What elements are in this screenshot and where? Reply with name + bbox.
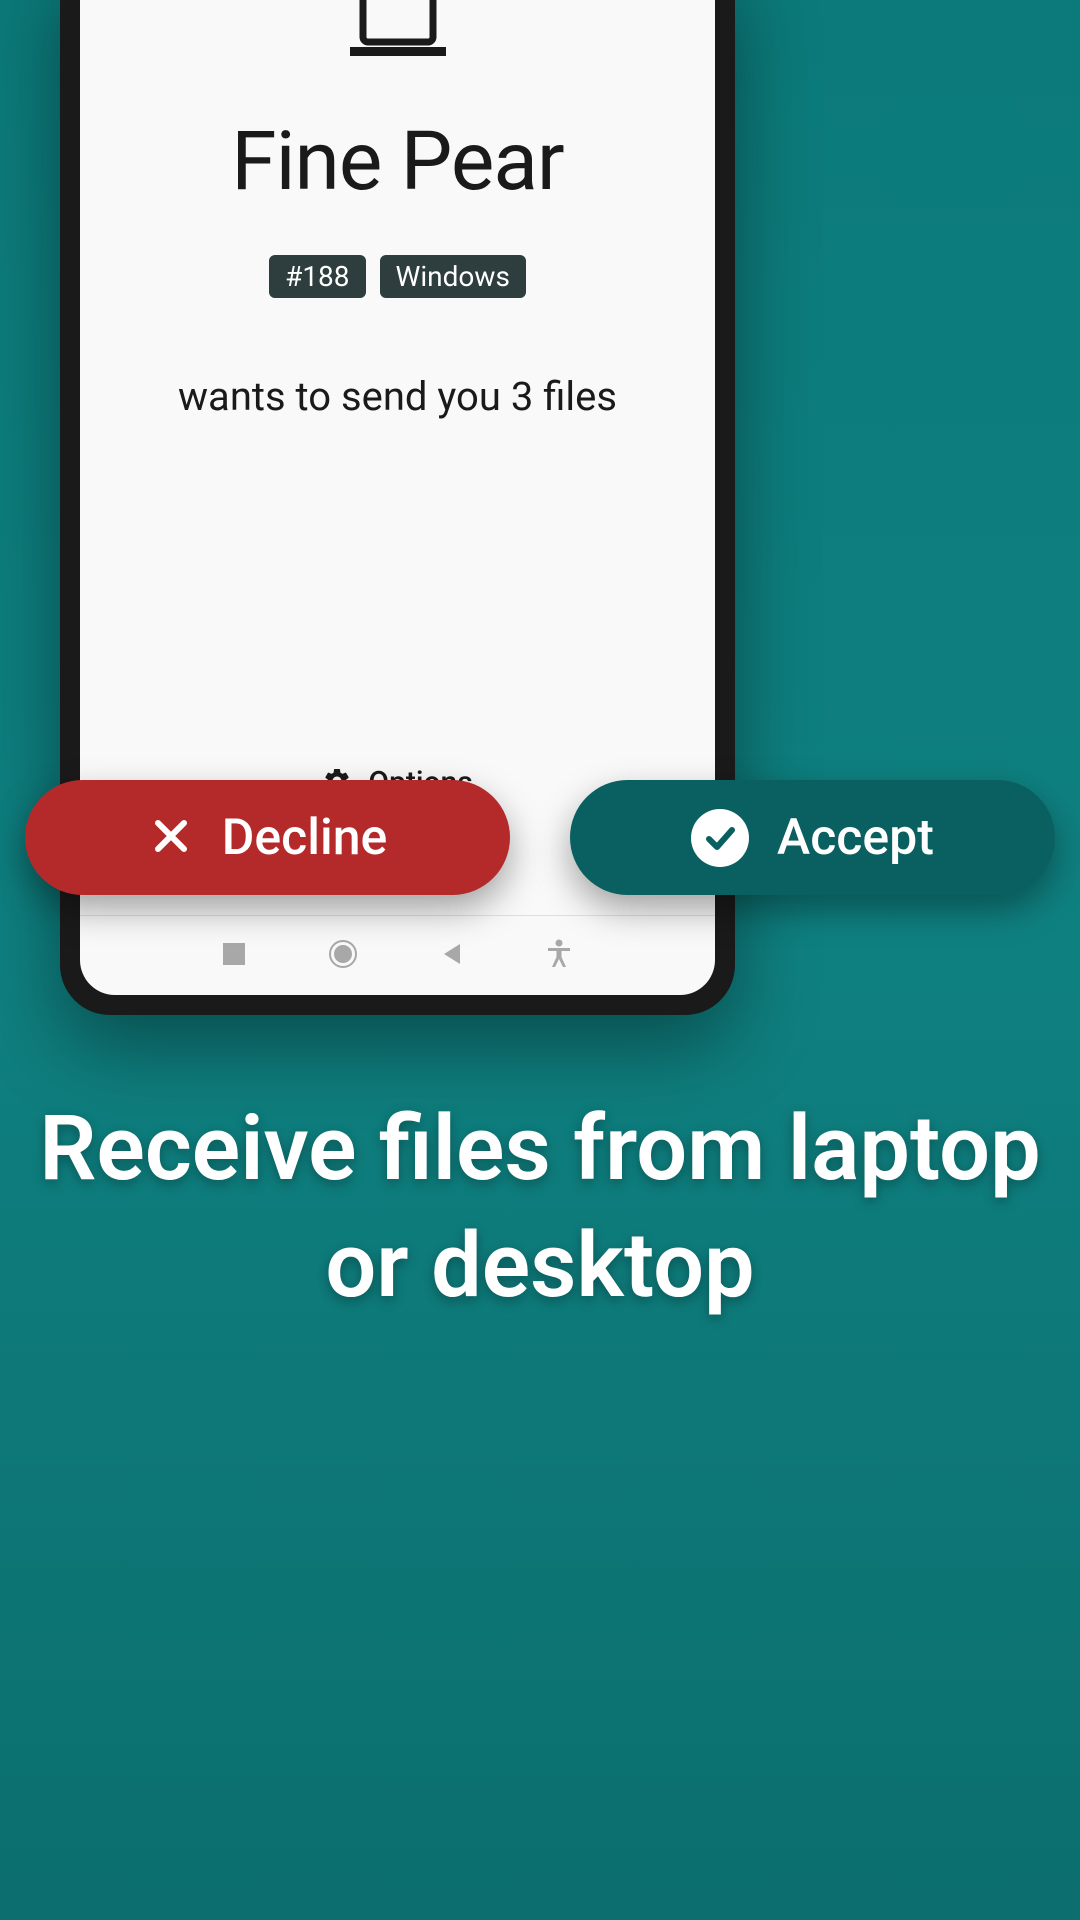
accept-button[interactable]: Accept [570, 780, 1055, 895]
decline-button[interactable]: Decline [25, 780, 510, 895]
nav-home-icon[interactable] [329, 940, 357, 972]
promo-caption: Receive files from laptop or desktop [0, 1090, 1080, 1324]
transfer-message: wants to send you 3 files [178, 373, 617, 420]
badges-row: #188 Windows [269, 255, 526, 298]
action-buttons-row: Decline Accept [25, 780, 1055, 895]
nav-recent-icon[interactable] [223, 943, 245, 969]
device-name: Fine Pear [231, 114, 563, 210]
device-os-badge: Windows [380, 255, 526, 298]
nav-accessibility-icon[interactable] [546, 939, 572, 973]
laptop-icon [348, 0, 448, 64]
decline-label: Decline [222, 809, 388, 867]
nav-bar [80, 915, 715, 995]
nav-back-icon[interactable] [440, 942, 462, 970]
close-icon [148, 813, 194, 863]
accept-label: Accept [777, 809, 934, 867]
device-id-badge: #188 [269, 255, 365, 298]
check-icon [691, 809, 749, 867]
